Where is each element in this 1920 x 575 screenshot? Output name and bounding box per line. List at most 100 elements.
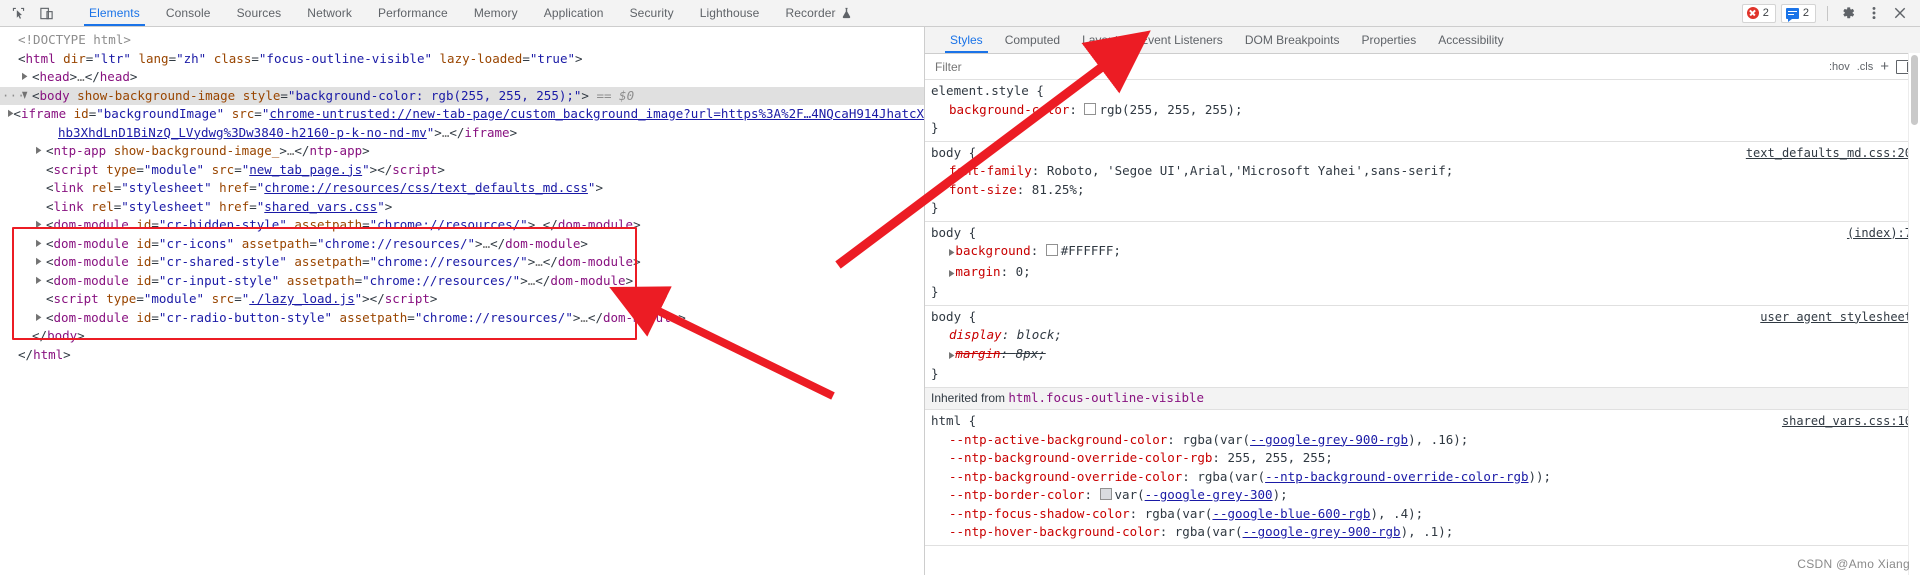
dom-tree[interactable]: ▶<!DOCTYPE html>▶<html dir="ltr" lang="z… <box>0 27 924 364</box>
dom-tree-row[interactable]: ▶ < dom-module id = "cr-radio-button-style" … <box>0 309 924 328</box>
dom-tree-row[interactable]: ▶ < iframe id = "backgroundImage" src = " chrom… <box>0 105 924 124</box>
styles-tab-event-listeners[interactable]: Event Listeners <box>1129 27 1234 53</box>
tab-lighthouse[interactable]: Lighthouse <box>687 0 773 26</box>
dom-tree-row[interactable]: ▶hb3XhdLnD1BiNzQ_LVydwg%3Dw3840-h2160-p-… <box>0 124 924 143</box>
styles-tab-layout[interactable]: Layout <box>1071 27 1129 53</box>
device-toolbar-icon[interactable] <box>34 2 58 24</box>
cls-toggle[interactable]: .cls <box>1857 61 1874 73</box>
dom-attr-link[interactable]: shared_vars.css <box>264 198 377 217</box>
declaration-property[interactable]: --ntp-focus-shadow-color <box>949 506 1130 521</box>
dom-tree-row[interactable]: ▶<html dir="ltr" lang="zh" class="focus-… <box>0 50 924 69</box>
tab-network[interactable]: Network <box>294 0 365 26</box>
style-declaration[interactable]: --ntp-border-color: var(--google-grey-30… <box>925 486 1920 505</box>
style-declaration[interactable]: font-family: Roboto, 'Segoe UI',Arial,'M… <box>925 162 1920 181</box>
dom-attr-link[interactable]: ./lazy_load.js <box>249 290 354 309</box>
style-declaration[interactable]: --ntp-focus-shadow-color: rgba(var(--goo… <box>925 505 1920 524</box>
dom-attr-link[interactable]: chrome://resources/css/text_defaults_md.… <box>264 179 588 198</box>
style-rule-origin[interactable]: shared_vars.css:10 <box>1782 412 1912 431</box>
dom-tree-row[interactable]: ▶</body> <box>0 327 924 346</box>
expand-triangle-icon[interactable]: ▶ <box>949 262 954 286</box>
dom-tree-row[interactable]: ▶ < dom-module id = "cr-hidden-style" assetp… <box>0 216 924 235</box>
declaration-property[interactable]: display <box>949 327 1002 342</box>
color-swatch[interactable] <box>1099 488 1112 500</box>
tab-performance[interactable]: Performance <box>365 0 461 26</box>
dom-tree-row[interactable]: ··· ▼ < body show-background-image style = "b… <box>0 86 924 105</box>
style-declaration[interactable]: ▶background: #FFFFFF; <box>925 242 1920 263</box>
declaration-value[interactable]: #FFFFFF; <box>1061 243 1121 258</box>
tab-sources[interactable]: Sources <box>224 0 295 26</box>
css-var-link[interactable]: --google-grey-300 <box>1145 487 1273 502</box>
tab-elements[interactable]: Elements <box>76 0 153 26</box>
close-icon[interactable] <box>1888 2 1912 24</box>
styles-tab-computed[interactable]: Computed <box>994 27 1071 53</box>
declaration-value[interactable]: 8px; <box>1016 346 1046 361</box>
css-var-link[interactable]: --ntp-background-override-color-rgb <box>1265 469 1528 484</box>
declaration-property[interactable]: margin <box>955 264 1000 279</box>
color-swatch[interactable] <box>1045 244 1058 256</box>
tab-console[interactable]: Console <box>153 0 224 26</box>
declaration-property[interactable]: margin <box>955 346 1000 361</box>
error-count-badge[interactable]: 2 <box>1741 3 1776 23</box>
inspect-element-icon[interactable] <box>6 2 30 24</box>
style-declaration[interactable]: --ntp-background-override-color: rgba(va… <box>925 468 1920 487</box>
styles-scrollbar[interactable] <box>1908 53 1920 575</box>
new-style-rule-icon[interactable]: + <box>1880 59 1889 74</box>
declaration-property[interactable]: background-color <box>949 102 1069 117</box>
style-declaration[interactable]: --ntp-active-background-color: rgba(var(… <box>925 431 1920 450</box>
dom-attr-link[interactable]: hb3XhdLnD1BiNzQ_LVydwg%3Dw3840-h2160-p-k… <box>58 124 427 143</box>
style-declaration[interactable]: font-size: 81.25%; <box>925 181 1920 200</box>
expand-triangle-icon[interactable]: ▶ <box>949 344 954 368</box>
declaration-property[interactable]: --ntp-hover-background-color <box>949 524 1160 539</box>
declaration-property[interactable]: background <box>955 243 1030 258</box>
declaration-value[interactable]: rgb(255, 255, 255); <box>1099 102 1242 117</box>
message-count-badge[interactable]: 2 <box>1780 3 1816 23</box>
dom-attr-link[interactable]: chrome-untrusted://new-tab-page/custom_b… <box>269 105 924 124</box>
declaration-property[interactable]: --ntp-border-color <box>949 487 1084 502</box>
dom-tree-row[interactable]: ▶ < head >… </head > <box>0 68 924 87</box>
dom-tree-row[interactable]: ▶ < dom-module id = "cr-icons" assetpath = "ch… <box>0 235 924 254</box>
tab-application[interactable]: Application <box>531 0 617 26</box>
style-rule-origin[interactable]: (index):7 <box>1847 224 1912 243</box>
dom-tree-row[interactable]: ▶ < dom-module id = "cr-shared-style" assetp… <box>0 253 924 272</box>
declaration-property[interactable]: --ntp-background-override-color-rgb <box>949 450 1212 465</box>
dom-tree-row[interactable]: ▶<link rel="stylesheet" href="shared_var… <box>0 198 924 217</box>
dom-tree-row[interactable]: ▶ < dom-module id = "cr-input-style" assetpa… <box>0 272 924 291</box>
style-declaration[interactable]: ▶margin: 0; <box>925 263 1920 284</box>
gear-icon[interactable] <box>1836 2 1860 24</box>
hov-toggle[interactable]: :hov <box>1829 61 1850 73</box>
dom-attr-link[interactable]: new_tab_page.js <box>249 161 362 180</box>
declaration-property[interactable]: --ntp-background-override-color <box>949 469 1182 484</box>
dom-tree-row[interactable]: ▶<!DOCTYPE html> <box>0 31 924 50</box>
dom-tree-row[interactable]: ▶<script type="module" src="./lazy_load.… <box>0 290 924 309</box>
declaration-property[interactable]: font-family <box>949 163 1032 178</box>
tab-security[interactable]: Security <box>617 0 687 26</box>
css-var-link[interactable]: --google-grey-900-rgb <box>1243 524 1401 539</box>
styles-tab-styles[interactable]: Styles <box>939 27 994 53</box>
dom-tree-row[interactable]: ▶ < ntp-app show-background-image_ >… </ntp-… <box>0 142 924 161</box>
more-options-icon[interactable] <box>1862 2 1886 24</box>
declaration-value[interactable]: block; <box>1017 327 1062 342</box>
tab-recorder[interactable]: Recorder <box>772 0 864 26</box>
style-declaration[interactable]: ▶margin: 8px; <box>925 345 1920 366</box>
style-declaration[interactable]: background-color: rgb(255, 255, 255); <box>925 101 1920 120</box>
style-rule-selector[interactable]: element.style { <box>925 82 1920 101</box>
styles-tab-properties[interactable]: Properties <box>1351 27 1428 53</box>
declaration-value[interactable]: 81.25%; <box>1032 182 1085 197</box>
dom-tree-row[interactable]: ▶<link rel="stylesheet" href="chrome://r… <box>0 179 924 198</box>
dom-tree-row[interactable]: ▶</html> <box>0 346 924 365</box>
filter-input[interactable] <box>933 58 1829 75</box>
styles-tab-dom-breakpoints[interactable]: DOM Breakpoints <box>1234 27 1351 53</box>
css-var-link[interactable]: --google-blue-600-rgb <box>1212 506 1370 521</box>
style-declaration[interactable]: --ntp-background-override-color-rgb: 255… <box>925 449 1920 468</box>
tab-memory[interactable]: Memory <box>461 0 531 26</box>
style-rule-selector[interactable]: body { <box>925 224 1920 243</box>
style-declaration[interactable]: display: block; <box>925 326 1920 345</box>
style-rule-origin[interactable]: text_defaults_md.css:20 <box>1746 144 1912 163</box>
declaration-property[interactable]: --ntp-active-background-color <box>949 432 1167 447</box>
color-swatch[interactable] <box>1084 102 1097 115</box>
style-rule-selector[interactable]: html { <box>925 412 1920 431</box>
dom-tree-row[interactable]: ▶<script type="module" src="new_tab_page… <box>0 161 924 180</box>
style-declaration[interactable]: --ntp-hover-background-color: rgba(var(-… <box>925 523 1920 542</box>
declaration-property[interactable]: font-size <box>949 182 1017 197</box>
styles-scrollbar-thumb[interactable] <box>1911 55 1918 125</box>
